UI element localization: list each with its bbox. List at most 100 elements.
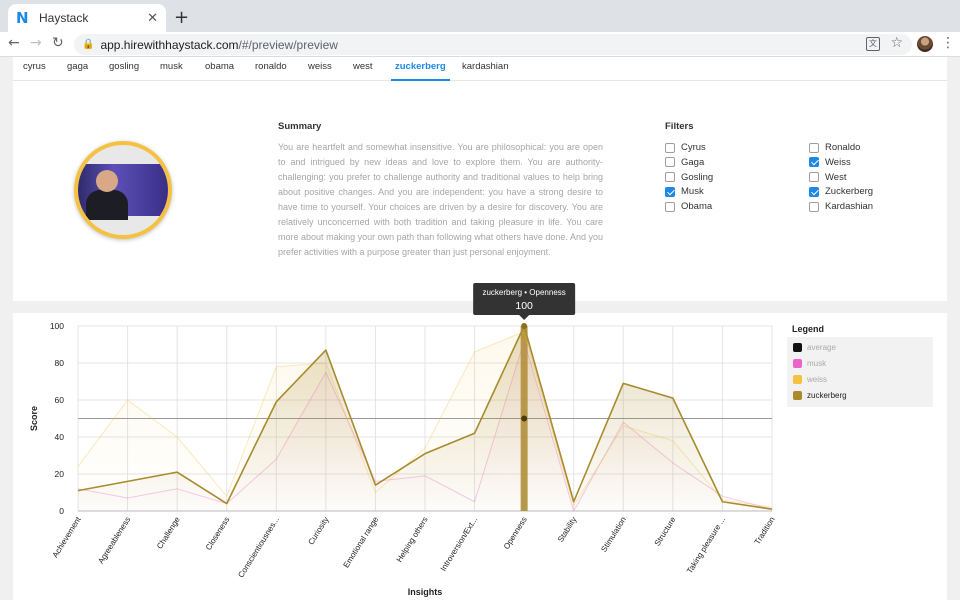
filter-checkbox[interactable]: [809, 186, 819, 197]
filter-checkbox[interactable]: [665, 201, 675, 212]
filter-zuckerberg[interactable]: Zuckerberg: [809, 185, 873, 198]
x-tick-label: Challenge: [155, 515, 182, 551]
filter-label: Weiss: [825, 156, 851, 168]
x-tick-label: Stability: [556, 515, 578, 544]
filter-checkbox[interactable]: [665, 172, 675, 183]
filter-ronaldo[interactable]: Ronaldo: [809, 141, 860, 154]
filter-checkbox[interactable]: [809, 142, 819, 153]
profile-card: cyrus gaga gosling musk obama ronaldo weiss wes…: [13, 57, 947, 301]
filter-kardashian[interactable]: Kardashian: [809, 200, 873, 213]
filter-checkbox[interactable]: [809, 201, 819, 212]
insights-chart-card: 0 20 40 60 80 100 Achievement Agreeableness Chal…: [13, 283, 947, 600]
browser-tab[interactable]: N Haystack ✕: [8, 4, 166, 32]
forward-arrow-icon[interactable]: →: [30, 35, 42, 51]
legend-heading: Legend: [792, 324, 825, 334]
tab-kardashian[interactable]: kardashian: [462, 61, 508, 72]
filter-label: Gaga: [681, 156, 705, 168]
highlight-point: [521, 323, 528, 329]
tooltip-arrow: [519, 315, 530, 320]
reload-icon[interactable]: ↻: [52, 35, 64, 51]
filter-musk[interactable]: Musk: [665, 185, 704, 198]
filter-checkbox[interactable]: [809, 157, 819, 168]
filter-label: Obama: [681, 201, 713, 213]
browser-toolbar: ← → ↻ 🔒 app.hirewithhaystack.com/#/previ…: [0, 32, 960, 57]
legend: average musk weiss zuckerberg: [787, 337, 933, 407]
filter-label: Ronaldo: [825, 142, 861, 153]
filter-label: Musk: [681, 186, 704, 198]
filter-label: Gosling: [681, 171, 714, 183]
filter-checkbox[interactable]: [665, 157, 675, 168]
tab-cyrus[interactable]: cyrus: [23, 61, 46, 72]
haystack-favicon-icon: N: [16, 9, 29, 27]
bookmark-star-icon[interactable]: ☆: [890, 35, 903, 51]
x-tick-label: Taking pleasure ...: [685, 515, 727, 575]
legend-swatch: [793, 343, 802, 352]
filter-checkbox[interactable]: [665, 142, 675, 153]
menu-kebab-icon[interactable]: ⋮: [941, 35, 955, 51]
page-content: cyrus gaga gosling musk obama ronaldo weiss wes…: [0, 57, 960, 600]
photo-shirt: [86, 190, 128, 220]
profile-photo: [78, 164, 168, 220]
y-tick-label: 20: [55, 469, 65, 479]
x-tick-label: Emotional range: [342, 515, 381, 570]
filter-west[interactable]: West: [809, 171, 846, 184]
url-host: app.hirewithhaystack.com: [100, 37, 239, 52]
celebrity-tabs: cyrus gaga gosling musk obama ronaldo weiss wes…: [13, 57, 947, 81]
photo-face: [96, 170, 118, 192]
filter-gaga[interactable]: Gaga: [665, 156, 704, 169]
legend-item-zuckerberg[interactable]: zuckerberg: [793, 391, 847, 400]
tab-gosling[interactable]: gosling: [109, 61, 139, 72]
legend-label: weiss: [807, 375, 828, 384]
browser-tabstrip: N Haystack ✕ +: [0, 0, 960, 32]
filter-checkbox[interactable]: [809, 172, 819, 183]
legend-item-average[interactable]: average: [793, 343, 836, 352]
y-tick-label: 60: [55, 395, 65, 405]
x-axis-title: Insights: [408, 587, 443, 597]
profile-avatar-icon[interactable]: [917, 36, 933, 52]
y-tick-label: 0: [59, 506, 64, 516]
new-tab-icon[interactable]: +: [174, 7, 189, 28]
tab-gaga[interactable]: gaga: [67, 61, 88, 72]
close-tab-icon[interactable]: ✕: [147, 11, 158, 26]
back-arrow-icon[interactable]: ←: [8, 35, 20, 51]
tooltip-value: 100: [515, 300, 533, 312]
tab-ronaldo[interactable]: ronaldo: [255, 61, 287, 72]
summary-text: You are heartfelt and somewhat insensiti…: [278, 142, 603, 257]
tab-obama[interactable]: obama: [205, 61, 234, 72]
url-text: app.hirewithhaystack.com/#/preview/previ…: [100, 38, 337, 52]
url-path: /#/preview/preview: [238, 37, 338, 52]
summary-heading: Summary: [278, 121, 322, 132]
x-tick-label: Stimulation: [599, 515, 628, 553]
tab-weiss[interactable]: weiss: [308, 61, 332, 72]
tab-zuckerberg[interactable]: zuckerberg: [391, 61, 450, 81]
y-axis-title: Score: [29, 406, 39, 431]
legend-swatch: [793, 391, 802, 400]
filter-label: Kardashian: [825, 201, 874, 213]
filter-cyrus[interactable]: Cyrus: [665, 141, 706, 154]
filter-weiss[interactable]: Weiss: [809, 156, 851, 169]
legend-item-weiss[interactable]: weiss: [793, 375, 827, 384]
legend-swatch: [793, 359, 802, 368]
average-point: [521, 415, 528, 422]
filter-checkbox[interactable]: [665, 186, 675, 197]
legend-label: average: [807, 343, 836, 352]
x-tick-label: Closeness: [204, 515, 231, 551]
x-tick-label: Conscientiousnes...: [236, 515, 281, 579]
tooltip-title: zuckerberg • Openness: [482, 288, 565, 297]
filter-obama[interactable]: Obama: [665, 200, 712, 213]
browser-tab-title: Haystack: [39, 11, 89, 25]
x-tick-label: Introversion/Ext...: [439, 515, 480, 573]
x-tick-label: Achievement: [51, 515, 84, 560]
tab-musk[interactable]: musk: [160, 61, 183, 72]
avatar: [74, 141, 172, 239]
y-tick-label: 80: [55, 358, 65, 368]
filters-heading: Filters: [665, 121, 694, 132]
translate-icon[interactable]: 文: [866, 37, 880, 51]
x-tick-label: Structure: [653, 515, 678, 548]
filter-gosling[interactable]: Gosling: [665, 171, 713, 184]
tab-west[interactable]: west: [353, 61, 373, 72]
x-tick-label: Agreeableness: [96, 515, 132, 565]
x-tick-label: Openness: [502, 515, 529, 551]
legend-item-musk[interactable]: musk: [793, 359, 826, 368]
address-bar[interactable]: 🔒 app.hirewithhaystack.com/#/preview/pre…: [74, 34, 912, 55]
